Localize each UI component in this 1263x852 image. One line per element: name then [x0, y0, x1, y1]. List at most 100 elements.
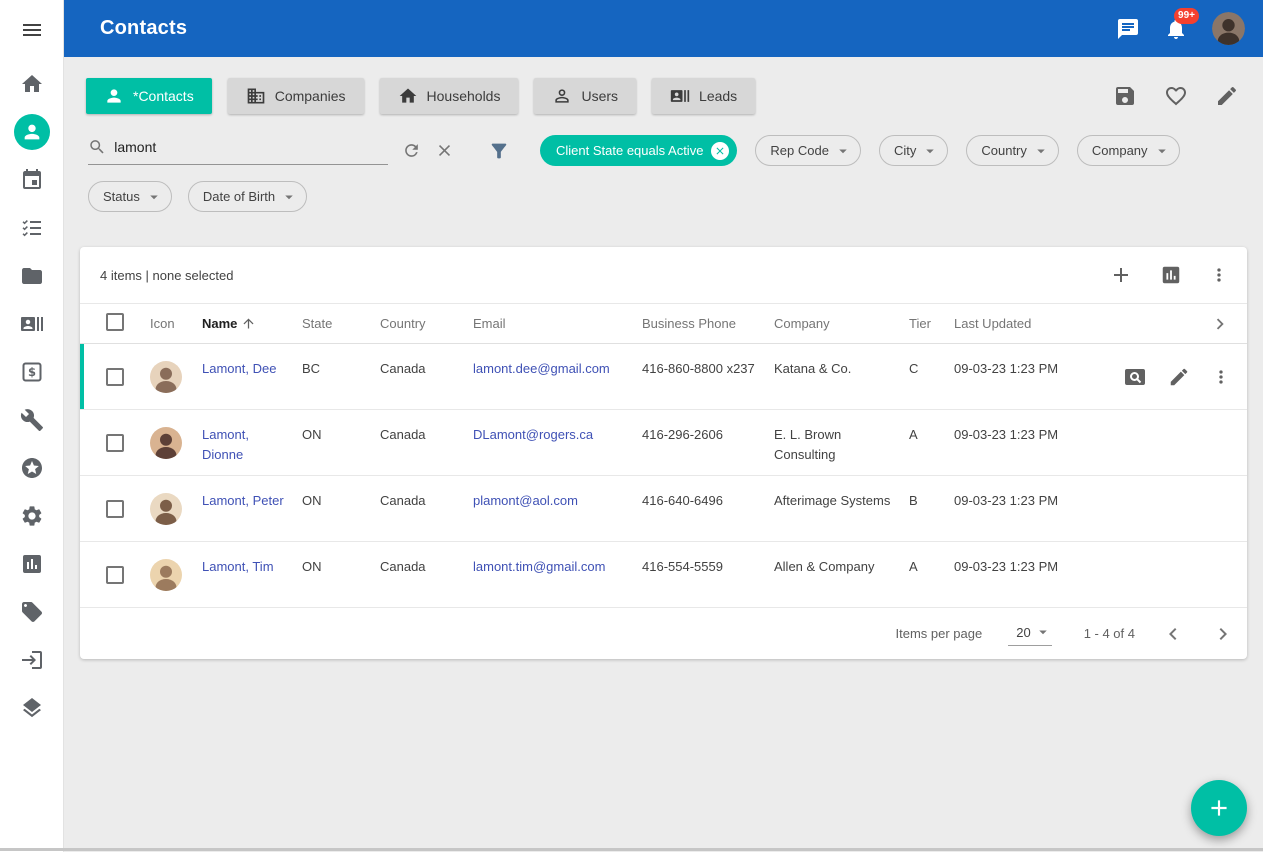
- cell-updated: 09-03-23 1:23 PM: [954, 410, 1081, 475]
- column-header-country[interactable]: Country: [380, 316, 473, 331]
- select-all-checkbox[interactable]: [106, 313, 124, 331]
- contact-name-link[interactable]: Lamont, Peter: [202, 493, 284, 508]
- tab-leads[interactable]: Leads: [652, 78, 755, 114]
- clear-search-button[interactable]: [435, 141, 454, 160]
- column-header-tier[interactable]: Tier: [909, 316, 954, 331]
- filter-chip-country[interactable]: Country: [966, 135, 1059, 166]
- row-checkbox[interactable]: [106, 566, 124, 584]
- selection-summary: 4 items | none selected: [100, 268, 233, 283]
- notifications-button[interactable]: 99+: [1164, 17, 1188, 41]
- contact-avatar: [150, 427, 182, 459]
- refresh-search-button[interactable]: [402, 141, 421, 160]
- save-view-button[interactable]: [1113, 84, 1137, 108]
- next-page-button[interactable]: [1211, 622, 1235, 646]
- chevron-right-icon: [1211, 622, 1235, 646]
- contact-name-link[interactable]: Lamont, Tim: [202, 559, 274, 574]
- sidebar-item-settings[interactable]: [0, 492, 64, 540]
- preview-icon: [1123, 365, 1147, 389]
- filter-chip-date-of-birth[interactable]: Date of Birth: [188, 181, 307, 212]
- menu-button[interactable]: [20, 18, 44, 42]
- favorite-button[interactable]: [1164, 84, 1188, 108]
- column-header-state[interactable]: State: [302, 316, 380, 331]
- sidebar-item-featured[interactable]: [0, 444, 64, 492]
- contact-row[interactable]: Lamont, Dionne ON Canada DLamont@rogers.…: [80, 410, 1247, 476]
- add-column-button[interactable]: [1109, 263, 1133, 287]
- filter-chip-city[interactable]: City: [879, 135, 948, 166]
- cell-state: BC: [302, 344, 380, 409]
- edit-contact-button[interactable]: [1168, 366, 1190, 388]
- tab-users[interactable]: Users: [534, 78, 636, 114]
- row-checkbox[interactable]: [106, 500, 124, 518]
- tab-companies[interactable]: Companies: [228, 78, 364, 114]
- edit-view-button[interactable]: [1215, 84, 1239, 108]
- tab-contacts[interactable]: *Contacts: [86, 78, 212, 114]
- search-input[interactable]: [114, 139, 388, 155]
- contact-email-link[interactable]: lamont.dee@gmail.com: [473, 361, 610, 376]
- chat-button[interactable]: [1116, 17, 1140, 41]
- exit-icon: [20, 648, 44, 672]
- chevron-down-icon: [1153, 142, 1171, 160]
- contact-email-link[interactable]: lamont.tim@gmail.com: [473, 559, 605, 574]
- add-contact-fab[interactable]: [1191, 780, 1247, 836]
- items-per-page-select[interactable]: 20: [1008, 621, 1051, 646]
- row-checkbox[interactable]: [106, 434, 124, 452]
- sidebar-item-layers[interactable]: [0, 684, 64, 732]
- sidebar-item-tags[interactable]: [0, 588, 64, 636]
- sidebar-item-calendar[interactable]: [0, 156, 64, 204]
- sidebar-item-directory[interactable]: [0, 300, 64, 348]
- contact-name-link[interactable]: Lamont, Dee: [202, 361, 276, 376]
- billing-icon: $: [20, 360, 44, 384]
- applied-filter-chip[interactable]: Client State equals Active: [540, 135, 737, 166]
- gear-icon: [20, 504, 44, 528]
- row-checkbox[interactable]: [106, 368, 124, 386]
- chevron-down-icon: [145, 188, 163, 206]
- wrench-icon: [20, 408, 44, 432]
- search-filter-row: Client State equals Active Rep Code City: [88, 135, 1247, 166]
- sidebar-item-tasks[interactable]: [0, 204, 64, 252]
- sidebar-item-home[interactable]: [0, 60, 64, 108]
- search-field[interactable]: [88, 137, 388, 165]
- cell-country: Canada: [380, 410, 473, 475]
- profile-avatar-button[interactable]: [1212, 12, 1245, 45]
- tab-label: Users: [581, 88, 618, 104]
- chip-label: Country: [981, 143, 1027, 158]
- chart-view-button[interactable]: [1160, 264, 1182, 286]
- cell-country: Canada: [380, 476, 473, 541]
- filter-chip-rep-code[interactable]: Rep Code: [755, 135, 861, 166]
- preview-contact-button[interactable]: [1123, 365, 1147, 389]
- contact-row[interactable]: Lamont, Peter ON Canada plamont@aol.com …: [80, 476, 1247, 542]
- tab-households[interactable]: Households: [380, 78, 519, 114]
- sidebar-item-contacts[interactable]: [0, 108, 64, 156]
- column-header-company[interactable]: Company: [774, 316, 909, 331]
- filter-chip-status[interactable]: Status: [88, 181, 172, 212]
- folder-icon: [20, 264, 44, 288]
- list-more-button[interactable]: [1209, 265, 1229, 285]
- column-header-updated[interactable]: Last Updated: [954, 316, 1081, 331]
- horizontal-scrollbar[interactable]: [0, 848, 1263, 851]
- contact-row[interactable]: Lamont, Dee BC Canada lamont.dee@gmail.c…: [80, 344, 1247, 410]
- contact-avatar: [150, 361, 182, 393]
- page-range: 1 - 4 of 4: [1084, 626, 1135, 641]
- remove-filter-icon[interactable]: [711, 142, 729, 160]
- sidebar-item-tools[interactable]: [0, 396, 64, 444]
- contact-name-link[interactable]: Lamont, Dionne: [202, 427, 249, 462]
- contact-email-link[interactable]: DLamont@rogers.ca: [473, 427, 593, 442]
- column-header-email[interactable]: Email: [473, 316, 642, 331]
- tab-label: Leads: [699, 88, 737, 104]
- filter-chip-company[interactable]: Company: [1077, 135, 1180, 166]
- more-columns-button[interactable]: [1209, 313, 1231, 335]
- cell-country: Canada: [380, 344, 473, 409]
- filter-button[interactable]: [488, 140, 510, 162]
- column-header-name[interactable]: Name: [202, 316, 302, 331]
- sidebar-item-documents[interactable]: [0, 252, 64, 300]
- sidebar-item-reports[interactable]: [0, 540, 64, 588]
- row-more-button[interactable]: [1211, 367, 1231, 387]
- contact-row[interactable]: Lamont, Tim ON Canada lamont.tim@gmail.c…: [80, 542, 1247, 608]
- sidebar-item-billing[interactable]: $: [0, 348, 64, 396]
- contact-email-link[interactable]: plamont@aol.com: [473, 493, 578, 508]
- sidebar-item-exit[interactable]: [0, 636, 64, 684]
- previous-page-button[interactable]: [1161, 622, 1185, 646]
- column-header-phone[interactable]: Business Phone: [642, 316, 774, 331]
- page-title: Contacts: [100, 17, 187, 40]
- column-header-icon[interactable]: Icon: [150, 316, 202, 331]
